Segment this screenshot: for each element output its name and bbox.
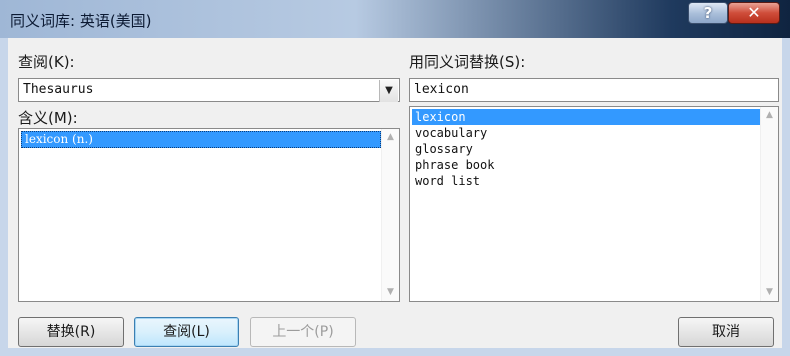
close-button[interactable]: ✕: [728, 2, 780, 24]
scroll-down-icon[interactable]: ▼: [382, 284, 399, 301]
dialog-body: 查阅(K): Thesaurus ▼ 含义(M): lexicon (n.) ▲…: [8, 38, 782, 348]
synonyms-list: lexicon vocabulary glossary phrase book …: [412, 109, 760, 189]
replace-with-value: lexicon: [414, 82, 469, 97]
cancel-button[interactable]: 取消: [678, 317, 774, 347]
list-item[interactable]: phrase book: [412, 157, 760, 173]
meanings-list: lexicon (n.): [21, 131, 381, 148]
scroll-down-icon[interactable]: ▼: [761, 284, 778, 301]
list-item[interactable]: vocabulary: [412, 125, 760, 141]
synonyms-listbox[interactable]: lexicon vocabulary glossary phrase book …: [409, 106, 779, 302]
list-item[interactable]: word list: [412, 173, 760, 189]
help-button[interactable]: ?: [688, 2, 728, 24]
meaning-item[interactable]: lexicon (n.): [21, 131, 381, 148]
meanings-scrollbar[interactable]: ▲ ▼: [381, 129, 399, 301]
replace-with-input[interactable]: lexicon: [409, 78, 779, 102]
dropdown-arrow-icon[interactable]: ▼: [379, 80, 398, 102]
lookup-combobox[interactable]: Thesaurus ▼: [18, 78, 400, 102]
lookup-label: 查阅(K):: [18, 53, 75, 71]
list-item[interactable]: lexicon: [412, 109, 760, 125]
close-icon: ✕: [747, 3, 761, 22]
previous-button[interactable]: 上一个(P): [250, 317, 356, 347]
lookup-button[interactable]: 查阅(L): [134, 317, 239, 347]
meanings-listbox[interactable]: lexicon (n.) ▲ ▼: [18, 128, 400, 302]
replace-button[interactable]: 替换(R): [18, 317, 124, 347]
window-title: 同义词库: 英语(美国): [10, 12, 152, 30]
lookup-value: Thesaurus: [23, 82, 94, 97]
list-item[interactable]: glossary: [412, 141, 760, 157]
thesaurus-dialog: 同义词库: 英语(美国) ? ✕ 查阅(K): Thesaurus ▼ 含义(M…: [0, 0, 790, 356]
replace-with-label: 用同义词替换(S):: [409, 53, 526, 71]
scroll-up-icon[interactable]: ▲: [382, 129, 399, 146]
title-bar[interactable]: 同义词库: 英语(美国) ? ✕: [0, 0, 790, 38]
meanings-label: 含义(M):: [18, 109, 78, 127]
help-icon: ?: [703, 4, 713, 22]
synonyms-scrollbar[interactable]: ▲ ▼: [760, 107, 778, 301]
scroll-up-icon[interactable]: ▲: [761, 107, 778, 124]
